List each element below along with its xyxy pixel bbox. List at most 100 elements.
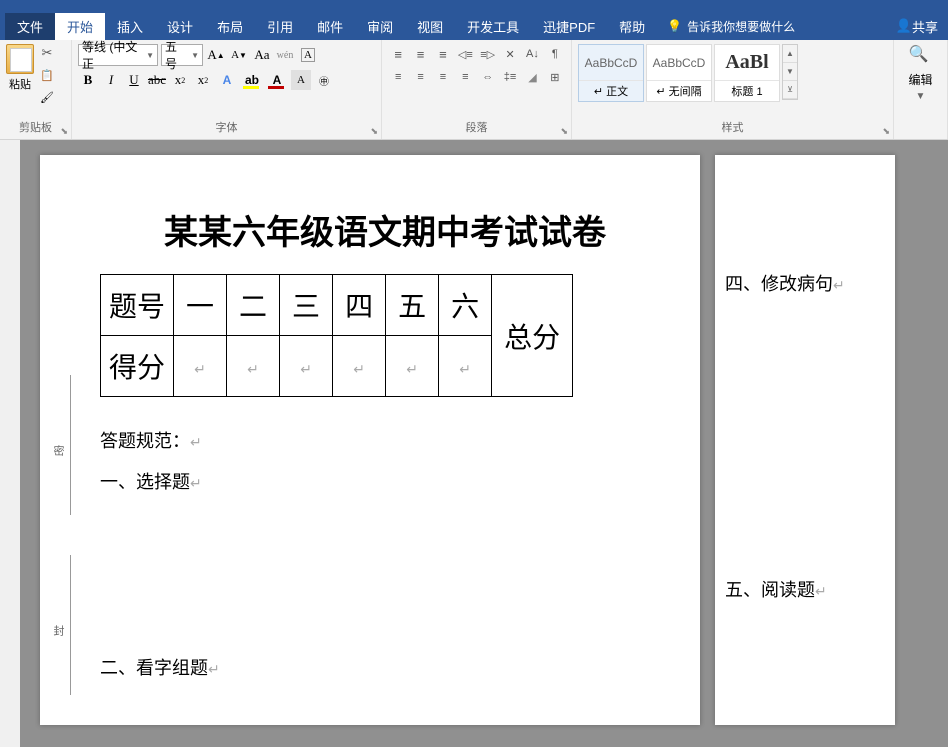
text-effects-button[interactable]: A	[216, 70, 238, 90]
page-2[interactable]: 四、修改病句↵ 五、阅读题↵	[715, 155, 895, 725]
text-answer-spec[interactable]: 答题规范：↵	[100, 427, 670, 453]
cell[interactable]: ↵	[439, 336, 492, 397]
font-family-value: 等线 (中文正	[82, 38, 143, 72]
bold-button[interactable]: B	[78, 70, 98, 90]
align-left-button[interactable]: ≡	[388, 67, 408, 87]
style-scroll-down[interactable]: ▼	[783, 63, 797, 81]
menu-review[interactable]: 审阅	[355, 13, 405, 40]
highlight-button[interactable]: ab	[241, 70, 263, 90]
text-section2[interactable]: 二、看字组题↵	[100, 654, 670, 680]
tell-me[interactable]: 💡 告诉我你想要做什么	[667, 18, 795, 35]
char-shading-button[interactable]: A	[291, 70, 311, 90]
cell[interactable]: 三	[280, 275, 333, 336]
cell[interactable]: ↵	[174, 336, 227, 397]
document-scroll[interactable]: 密 封 某某六年级语文期中考试试卷 题号 一 二 三 四 五 六 总分	[20, 140, 948, 747]
titlebar	[0, 0, 948, 12]
chevron-down-icon: ▼	[143, 51, 154, 60]
cell[interactable]: 一	[174, 275, 227, 336]
cut-button[interactable]	[38, 44, 56, 62]
cell[interactable]: 六	[439, 275, 492, 336]
tell-me-text: 告诉我你想要做什么	[687, 18, 795, 35]
style-nospacing[interactable]: AaBbCcD ↵ 无间隔	[646, 44, 712, 102]
find-button[interactable]: 🔍	[909, 44, 933, 68]
text-section1[interactable]: 一、选择题↵	[100, 468, 670, 494]
font-size-dropdown[interactable]: 五号 ▼	[161, 44, 203, 66]
font-size-value: 五号	[165, 38, 188, 72]
seal-line	[70, 375, 71, 515]
phonetic-guide-button[interactable]: wén	[275, 45, 295, 65]
cell[interactable]: ↵	[227, 336, 280, 397]
font-color-button[interactable]: A	[266, 70, 288, 90]
text-section5[interactable]: 五、阅读题↵	[725, 576, 885, 602]
menu-file[interactable]: 文件	[5, 13, 55, 40]
format-painter-button[interactable]	[38, 88, 56, 106]
paragraph-dialog-launcher[interactable]: ⬊	[560, 126, 568, 137]
sort-button[interactable]: A↓	[522, 44, 542, 64]
decrease-indent-button[interactable]: ◁≡	[455, 44, 475, 64]
menu-home[interactable]: 开始	[55, 13, 105, 40]
distribute-button[interactable]: ⇔	[478, 67, 498, 87]
paste-button[interactable]: 粘贴	[6, 44, 34, 106]
cell[interactable]: ↵	[280, 336, 333, 397]
menu-view[interactable]: 视图	[405, 13, 455, 40]
grow-font-button[interactable]: A▲	[206, 45, 226, 65]
borders-button[interactable]: ⊞	[545, 67, 565, 87]
menu-mailings[interactable]: 邮件	[305, 13, 355, 40]
page-1[interactable]: 密 封 某某六年级语文期中考试试卷 题号 一 二 三 四 五 六 总分	[40, 155, 700, 725]
cell[interactable]: 二	[227, 275, 280, 336]
increase-indent-button[interactable]: ≡▷	[478, 44, 498, 64]
char-border-button[interactable]: A	[298, 45, 318, 65]
cell[interactable]: ↵	[333, 336, 386, 397]
document-title[interactable]: 某某六年级语文期中考试试卷	[100, 205, 670, 254]
italic-button[interactable]: I	[101, 70, 121, 90]
copy-button[interactable]	[38, 66, 56, 84]
superscript-button[interactable]: x2	[193, 70, 213, 90]
show-marks-button[interactable]: ¶	[545, 44, 565, 64]
numbering-button[interactable]	[410, 44, 430, 64]
menu-layout[interactable]: 布局	[205, 13, 255, 40]
bullets-button[interactable]	[388, 44, 408, 64]
align-center-button[interactable]: ≡	[410, 67, 430, 87]
multilevel-button[interactable]	[433, 44, 453, 64]
font-label: 字体	[78, 117, 375, 137]
seal-line	[70, 555, 71, 695]
styles-dialog-launcher[interactable]: ⬊	[882, 126, 890, 137]
change-case-button[interactable]: Aa	[252, 45, 272, 65]
menu-references[interactable]: 引用	[255, 13, 305, 40]
strikethrough-button[interactable]: abc	[147, 70, 167, 90]
shrink-font-button[interactable]: A▼	[229, 45, 249, 65]
font-dialog-launcher[interactable]: ⬊	[370, 126, 378, 137]
line-spacing-button[interactable]: ‡≡	[500, 67, 520, 87]
enclose-char-button[interactable]: ㊥	[314, 70, 334, 90]
share-button[interactable]: 👤 共享	[896, 17, 938, 36]
style-normal[interactable]: AaBbCcD ↵ 正文	[578, 44, 644, 102]
style-expand[interactable]: ⊻	[783, 81, 797, 99]
style-scroll-up[interactable]: ▲	[783, 45, 797, 63]
justify-button[interactable]: ≡	[455, 67, 475, 87]
cell-row-header[interactable]: 题号	[101, 275, 174, 336]
score-table[interactable]: 题号 一 二 三 四 五 六 总分 得分 ↵ ↵ ↵ ↵	[100, 274, 573, 397]
cell-total[interactable]: 总分	[492, 275, 573, 397]
menu-xunjiepdf[interactable]: 迅捷PDF	[531, 13, 607, 40]
editing-dropdown-icon[interactable]: ▼	[916, 91, 926, 102]
menu-developer[interactable]: 开发工具	[455, 13, 531, 40]
text-section4[interactable]: 四、修改病句↵	[725, 270, 885, 296]
vertical-ruler[interactable]	[0, 140, 20, 747]
asian-layout-button[interactable]: ✕	[500, 44, 520, 64]
align-right-button[interactable]: ≡	[433, 67, 453, 87]
cell-row-header[interactable]: 得分	[101, 336, 174, 397]
subscript-button[interactable]: x2	[170, 70, 190, 90]
cell[interactable]: ↵	[386, 336, 439, 397]
underline-button[interactable]: U	[124, 70, 144, 90]
cell[interactable]: 四	[333, 275, 386, 336]
clipboard-dialog-launcher[interactable]: ⬊	[60, 126, 68, 137]
paste-label: 粘贴	[9, 76, 31, 92]
shading-button[interactable]: ◢	[522, 67, 542, 87]
document-container: 密 封 某某六年级语文期中考试试卷 题号 一 二 三 四 五 六 总分	[0, 140, 948, 747]
menu-insert[interactable]: 插入	[105, 13, 155, 40]
font-family-dropdown[interactable]: 等线 (中文正 ▼	[78, 44, 158, 66]
cell[interactable]: 五	[386, 275, 439, 336]
menu-help[interactable]: 帮助	[607, 13, 657, 40]
style-heading1[interactable]: AaBl 标题 1	[714, 44, 780, 102]
menu-design[interactable]: 设计	[155, 13, 205, 40]
